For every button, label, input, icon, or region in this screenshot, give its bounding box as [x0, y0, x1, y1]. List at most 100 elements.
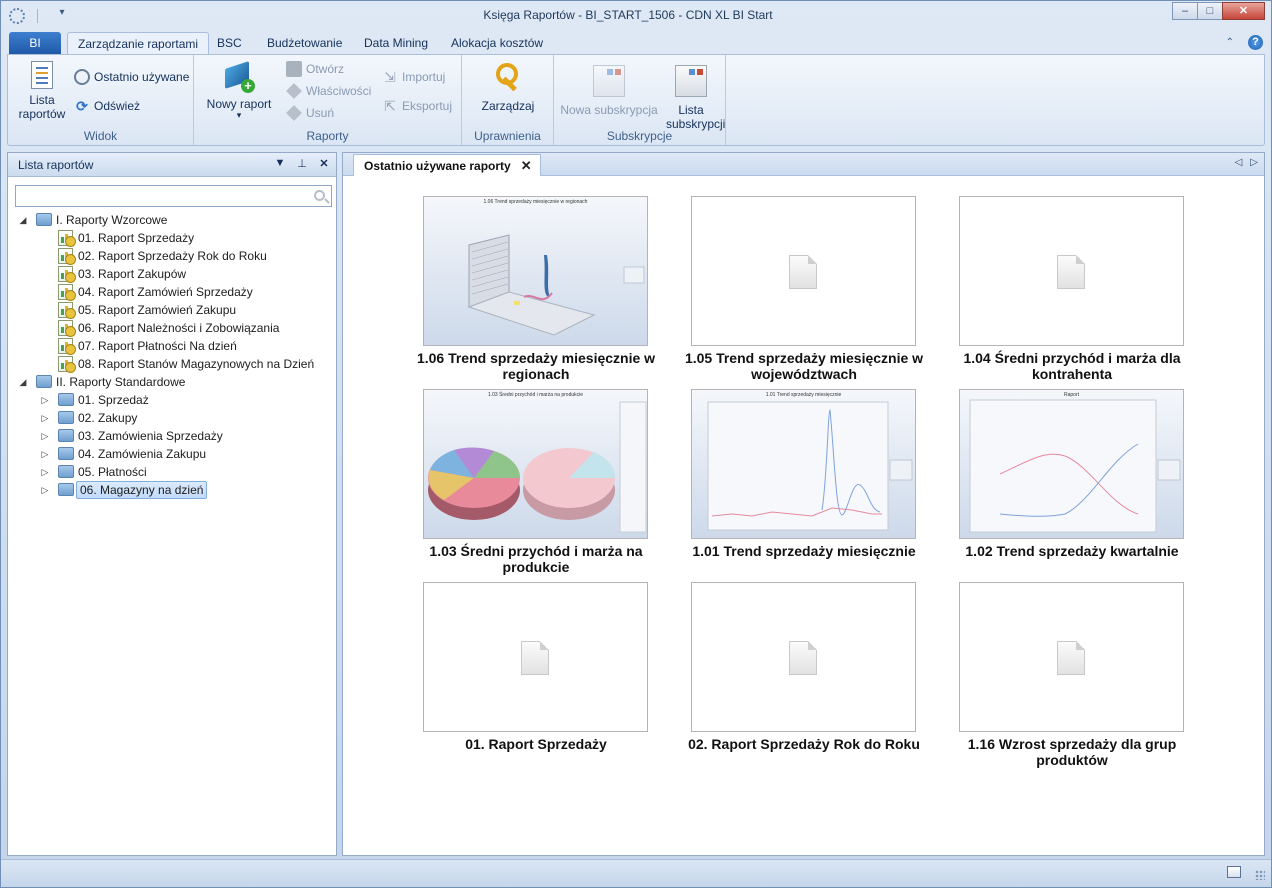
importuj-button[interactable]: ⇲ Importuj	[382, 67, 445, 87]
tree-folder-zamowienia-sprzedazy[interactable]: ▷ 03. Zamówienia Sprzedaży	[16, 427, 332, 445]
collapsed-arrow-icon[interactable]: ▷	[40, 391, 50, 409]
expand-arrow-icon[interactable]: ◢	[18, 373, 28, 391]
scroll-right-icon[interactable]: ▷	[1250, 157, 1258, 168]
app-menu-tab[interactable]: BI	[9, 32, 61, 54]
tree-item-report[interactable]: 02. Raport Sprzedaży Rok do Roku	[16, 247, 332, 265]
scroll-left-icon[interactable]: ◁	[1235, 157, 1243, 168]
collapsed-arrow-icon[interactable]: ▷	[40, 481, 50, 499]
tree-item-report[interactable]: 05. Raport Zamówień Zakupu	[16, 301, 332, 319]
report-thumbnail[interactable]	[691, 196, 916, 346]
close-button[interactable]: ✕	[1222, 2, 1265, 20]
tree-folder-zakupy[interactable]: ▷ 02. Zakupy	[16, 409, 332, 427]
pin-icon[interactable]: ⊥	[296, 157, 308, 170]
report-thumbnail[interactable]	[691, 582, 916, 732]
document-placeholder-icon	[789, 255, 817, 289]
tab-ostatnio-uzywane-raporty[interactable]: Ostatnio używane raporty ✕	[353, 154, 541, 176]
collapsed-arrow-icon[interactable]: ▷	[40, 463, 50, 481]
clock-icon	[74, 69, 90, 85]
help-icon[interactable]: ?	[1248, 35, 1263, 50]
folder-icon	[58, 447, 74, 460]
lista-subskrypcji-button[interactable]: Lista subskrypcji	[658, 65, 725, 131]
ostatnio-uzywane-button[interactable]: Ostatnio używane	[74, 67, 189, 87]
tree-folder-zamowienia-zakupu[interactable]: ▷ 04. Zamówienia Zakupu	[16, 445, 332, 463]
tree-node-wzorcowe[interactable]: ◢ I. Raporty Wzorcowe	[16, 211, 332, 229]
tab-bsc[interactable]: BSC	[207, 32, 252, 55]
nowa-subskrypcja-button[interactable]: Nowa subskrypcja	[560, 65, 658, 117]
tab-budzetowanie[interactable]: Budżetowanie	[257, 32, 352, 55]
window-title: Księga Raportów - BI_START_1506 - CDN XL…	[483, 8, 773, 22]
tree-item-report[interactable]: 04. Raport Zamówień Sprzedaży	[16, 283, 332, 301]
lista-raportow-button[interactable]: Lista raportów	[14, 61, 70, 121]
tree-item-label: 05. Raport Zamówień Zakupu	[78, 303, 237, 317]
tree-item-report[interactable]: 07. Raport Płatności Na dzień	[16, 337, 332, 355]
report-card-title: 1.04 Średni przychód i marża dla kontrah…	[963, 350, 1181, 382]
tree-item-label: 07. Raport Płatności Na dzień	[78, 339, 237, 353]
odswiez-label: Odśwież	[94, 99, 141, 113]
group-label-subskrypcje: Subskrypcje	[606, 129, 673, 143]
usun-button[interactable]: Usuń	[286, 103, 334, 123]
zarzadzaj-button[interactable]: Zarządzaj	[470, 61, 546, 113]
search-icon[interactable]	[314, 190, 325, 201]
tree-folder-platnosci[interactable]: ▷ 05. Płatności	[16, 463, 332, 481]
maximize-button[interactable]: □	[1197, 2, 1223, 20]
lista-raportow-label: Lista raportów	[18, 93, 66, 121]
group-uprawnienia: Zarządzaj Uprawnienia	[462, 55, 554, 145]
report-card-title: 1.03 Średni przychód i marża na produkci…	[429, 543, 643, 575]
nowy-raport-button[interactable]: Nowy raport ▾	[202, 61, 276, 120]
doc-tab-label: Ostatnio używane raporty	[364, 158, 511, 173]
tree-item-label: 02. Raport Sprzedaży Rok do Roku	[78, 249, 267, 263]
tab-alokacja-kosztow[interactable]: Alokacja kosztów	[441, 32, 553, 55]
expand-arrow-icon[interactable]: ◢	[18, 211, 28, 229]
report-thumbnail[interactable]: 1.01 Trend sprzedaży miesięcznie	[691, 389, 916, 539]
chevron-down-icon: ▾	[236, 110, 242, 120]
folder-icon	[58, 465, 74, 478]
report-card-title: 1.05 Trend sprzedaży miesięcznie w wojew…	[684, 350, 924, 382]
minimize-button[interactable]: –	[1172, 2, 1198, 20]
report-list-header: Lista raportów ▼ ⊥ ✕	[8, 153, 336, 177]
thumbnail-caption: Raport	[1063, 392, 1079, 398]
window-controls: – □ ✕	[1172, 2, 1265, 20]
tab-close-icon[interactable]: ✕	[521, 156, 532, 176]
tree-item-report[interactable]: 03. Raport Zakupów	[16, 265, 332, 283]
collapse-ribbon-icon[interactable]: ⌃	[1226, 37, 1234, 48]
eksportuj-button[interactable]: ⇱ Eksportuj	[382, 96, 452, 116]
report-thumbnail[interactable]	[423, 582, 648, 732]
report-thumbnail[interactable]: 1.06 Trend sprzedaży miesięcznie w regio…	[423, 196, 648, 346]
tree-folder-sprzedaz[interactable]: ▷ 01. Sprzedaż	[16, 391, 332, 409]
report-thumbnail[interactable]: 1.03 Średni przychód i marża na produkci…	[423, 389, 648, 539]
thumbnail-caption: 1.03 Średni przychód i marża na produkci…	[487, 392, 584, 398]
odswiez-button[interactable]: ⟳ Odśwież	[74, 96, 140, 116]
folder-icon	[58, 393, 74, 406]
title-bar: ▾ Księga Raportów - BI_START_1506 - CDN …	[1, 1, 1271, 29]
otworz-button[interactable]: Otwórz	[286, 59, 344, 79]
report-icon	[58, 230, 76, 247]
ribbon-tab-strip: BI Zarządzanie raportami BSC Budżetowani…	[7, 31, 1265, 55]
collapsed-arrow-icon[interactable]: ▷	[40, 427, 50, 445]
panel-close-icon[interactable]: ✕	[318, 157, 330, 170]
tree-node-standardowe[interactable]: ◢ II. Raporty Standardowe	[16, 373, 332, 391]
view-mode-icon[interactable]	[1227, 866, 1241, 878]
tree-item-report[interactable]: 08. Raport Stanów Magazynowych na Dzień	[16, 355, 332, 373]
search-input[interactable]	[15, 185, 332, 207]
3d-chart-thumbnail	[467, 234, 645, 336]
tree-folder-magazyny[interactable]: ▷ 06. Magazyny na dzień	[16, 481, 332, 499]
collapsed-arrow-icon[interactable]: ▷	[40, 409, 50, 427]
panel-dropdown-icon[interactable]: ▼	[274, 157, 286, 170]
report-thumbnail[interactable]: Raport	[959, 389, 1184, 539]
report-thumbnail[interactable]	[959, 196, 1184, 346]
wlasciwosci-button[interactable]: Właściwości	[286, 81, 371, 101]
tree-item-label: 02. Zakupy	[78, 411, 138, 425]
subscription-list-icon	[675, 65, 707, 97]
tab-data-mining[interactable]: Data Mining	[354, 32, 438, 55]
tab-zarzadzanie-raportami[interactable]: Zarządzanie raportami	[67, 32, 210, 55]
zarzadzaj-label: Zarządzaj	[481, 99, 535, 113]
collapsed-arrow-icon[interactable]: ▷	[40, 445, 50, 463]
tree-item-report[interactable]: 01. Raport Sprzedaży	[16, 229, 332, 247]
folder-icon	[58, 411, 74, 424]
tree-item-label: 05. Płatności	[78, 465, 147, 479]
tree-item-report[interactable]: 06. Raport Należności i Zobowiązania	[16, 319, 332, 337]
resize-grip-icon[interactable]	[1255, 870, 1265, 880]
tree-item-label: 08. Raport Stanów Magazynowych na Dzień	[78, 357, 315, 371]
otworz-label: Otwórz	[306, 62, 345, 76]
report-thumbnail[interactable]	[959, 582, 1184, 732]
